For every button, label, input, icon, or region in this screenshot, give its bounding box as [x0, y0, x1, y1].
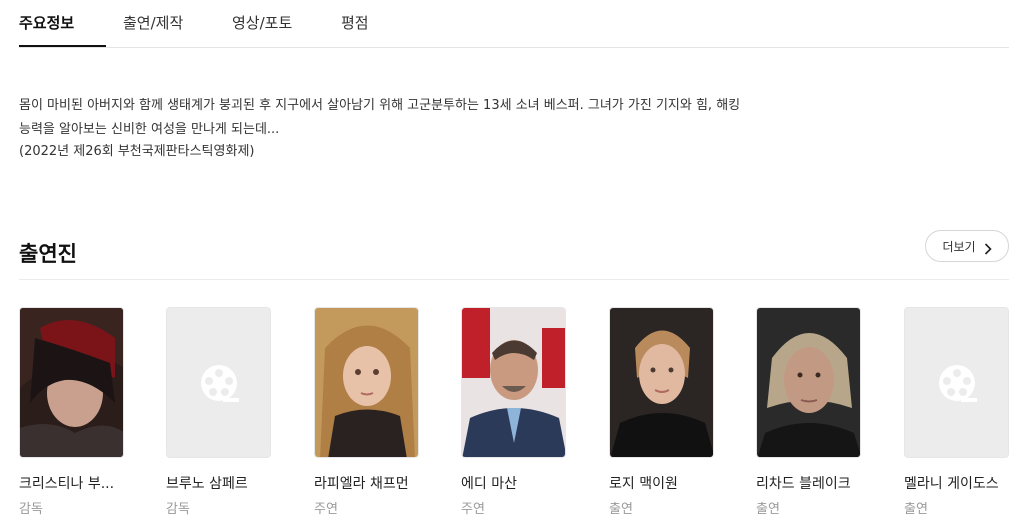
cast-item[interactable]: 멜라니 게이도스 출연: [904, 307, 1009, 517]
film-reel-icon: [905, 308, 1008, 457]
cast-name: 라피엘라 채프먼: [314, 476, 409, 492]
more-button-label: 더보기: [942, 239, 976, 254]
cast-role: 출연: [756, 502, 780, 517]
cast-section-header: 출연진 더보기: [19, 230, 1009, 280]
cast-name: 로지 맥이원: [609, 476, 678, 492]
cast-role: 출연: [609, 502, 633, 517]
person-photo: [314, 307, 419, 458]
cast-item[interactable]: 라피엘라 채프먼 주연: [314, 307, 419, 517]
film-reel-icon: [167, 308, 270, 457]
cast-role: 주연: [461, 502, 485, 517]
cast-name: 크리스티나 부...: [19, 476, 115, 492]
cast-role: 출연: [904, 502, 928, 517]
cast-item[interactable]: 크리스티나 부... 감독: [19, 307, 124, 517]
cast-item[interactable]: 브루노 삼페르 감독: [166, 307, 271, 517]
person-photo: [19, 307, 124, 458]
tab-cast-crew[interactable]: 출연/제작: [123, 12, 183, 33]
cast-item[interactable]: 리차드 블레이크 출연: [756, 307, 861, 517]
cast-list: 크리스티나 부... 감독 브루노 삼페르 감독 라피엘라 채프먼 주연 에디 …: [19, 307, 1009, 528]
cast-role: 주연: [314, 502, 338, 517]
person-photo: [756, 307, 861, 458]
tab-main-info[interactable]: 주요정보: [19, 12, 74, 33]
cast-name: 리차드 블레이크: [756, 476, 851, 492]
placeholder-thumbnail: [166, 307, 271, 458]
active-tab-indicator: [19, 45, 106, 47]
placeholder-thumbnail: [904, 307, 1009, 458]
cast-name: 멜라니 게이도스: [904, 476, 999, 492]
cast-name: 에디 마산: [461, 476, 517, 492]
tab-video-photo[interactable]: 영상/포토: [232, 12, 292, 33]
cast-name: 브루노 삼페르: [166, 476, 248, 492]
person-photo: [609, 307, 714, 458]
tab-ratings[interactable]: 평점: [341, 12, 369, 33]
tab-bar: 주요정보 출연/제작 영상/포토 평점: [19, 0, 1009, 48]
festival-note: (2022년 제26회 부천국제판타스틱영화제): [19, 144, 255, 159]
chevron-right-icon: [984, 240, 992, 255]
cast-item[interactable]: 에디 마산 주연: [461, 307, 566, 517]
section-title: 출연진: [19, 242, 77, 266]
cast-role: 감독: [19, 502, 43, 517]
synopsis-text: 몸이 마비된 아버지와 함께 생태계가 붕괴된 후 지구에서 살아남기 위해 고…: [19, 98, 741, 137]
more-button[interactable]: 더보기: [925, 230, 1009, 262]
person-photo: [461, 307, 566, 458]
cast-item[interactable]: 로지 맥이원 출연: [609, 307, 714, 517]
cast-role: 감독: [166, 502, 190, 517]
